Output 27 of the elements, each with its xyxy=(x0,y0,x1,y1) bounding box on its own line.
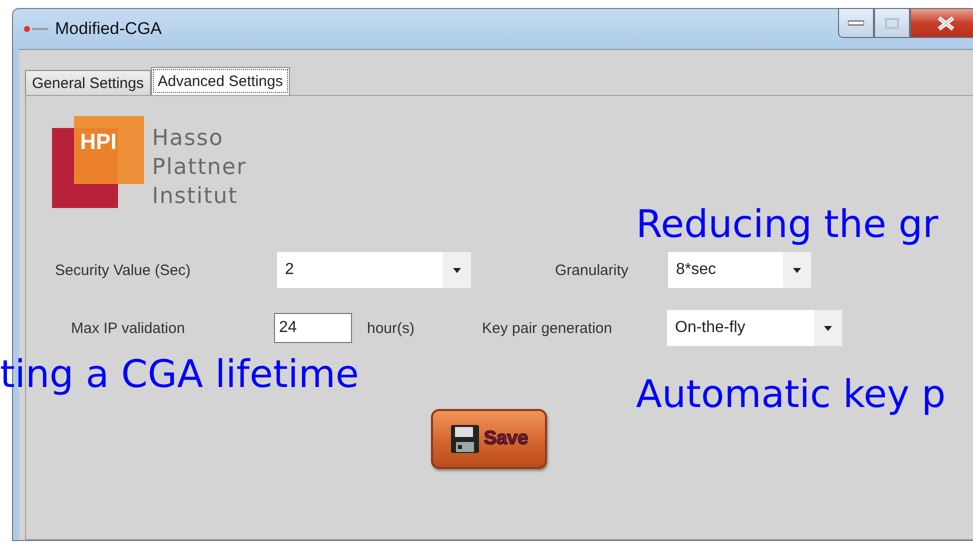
maximize-button[interactable] xyxy=(874,8,910,38)
input-field[interactable]: 24 xyxy=(274,313,352,343)
dropdown-arrow-icon xyxy=(453,268,461,272)
annotation-text: Automatic key p xyxy=(636,375,946,413)
dropdown-arrow-icon xyxy=(793,268,801,272)
logo-drawing: HPI xyxy=(52,116,144,208)
maximize-icon xyxy=(885,18,899,28)
minimize-icon xyxy=(848,20,864,26)
dropdown[interactable]: 2 xyxy=(277,252,471,288)
annotation-text: Reducing the gr xyxy=(636,205,938,243)
dropdown[interactable]: On-the-fly xyxy=(667,310,842,346)
logo-text: Hasso Plattner Institut xyxy=(152,125,247,211)
tab[interactable]: General Settings xyxy=(25,70,151,95)
field-label: Security Value (Sec) xyxy=(55,262,192,278)
field-label: Key pair generation xyxy=(482,320,614,336)
tab[interactable]: Advanced Settings xyxy=(150,67,290,95)
dropdown-arrow-icon xyxy=(824,326,832,330)
annotation-text: ting a CGA lifetime xyxy=(0,355,359,393)
app-icon xyxy=(23,25,49,33)
field-label: Max IP validation xyxy=(71,320,186,336)
window-title: Modified-CGA xyxy=(55,19,162,39)
dropdown[interactable]: 8*sec xyxy=(668,252,811,288)
unit-label: hour(s) xyxy=(367,320,416,336)
close-icon xyxy=(937,16,955,30)
field-label: Granularity xyxy=(555,262,630,278)
minimize-button[interactable] xyxy=(838,8,874,38)
close-button[interactable] xyxy=(910,8,973,38)
